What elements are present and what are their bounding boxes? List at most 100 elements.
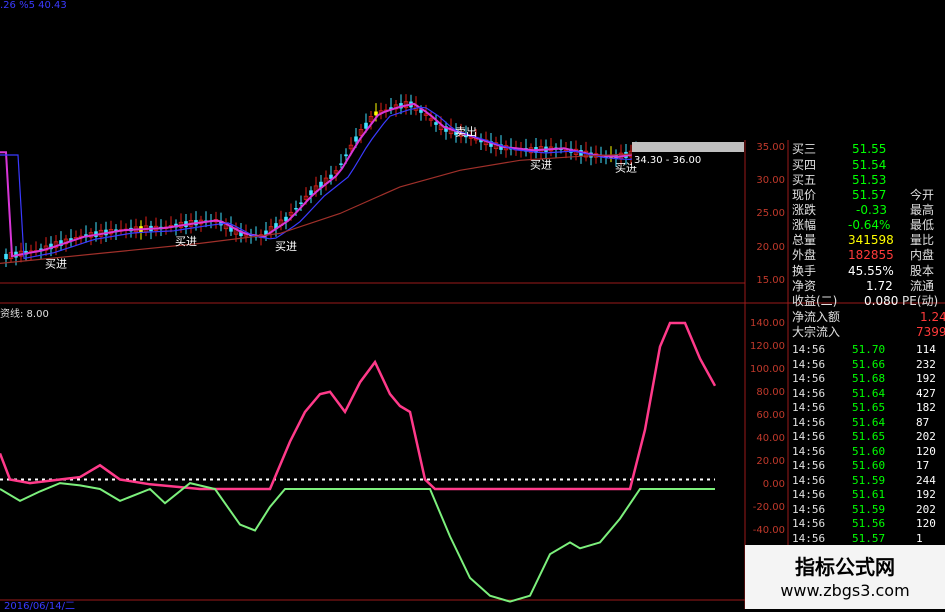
tick-row[interactable]: 14:56 51.65 202 — [790, 429, 945, 444]
candle-body — [4, 253, 8, 260]
quote-right-label: 流通 — [910, 279, 935, 293]
quote-right-label: 最高 — [910, 203, 935, 217]
tick-time: 14:56 — [792, 444, 826, 458]
quote-row-turnover: 换手 45.55% 股本 — [790, 263, 945, 279]
quote-label: 净资 — [792, 279, 817, 293]
tick-price: 51.59 — [852, 502, 886, 516]
tick-price: 51.68 — [852, 372, 886, 385]
indicator-axis-tick: 40.00 — [756, 433, 785, 444]
price-axis-tick: 25.00 — [756, 208, 785, 219]
tick-time: 14:56 — [792, 357, 826, 371]
bottom-date-label: 2016/06/14/二 — [4, 601, 76, 612]
flow-label: 净流入额 — [792, 310, 841, 324]
candle-body — [354, 136, 358, 142]
tick-row[interactable]: 14:56 51.64 427 — [790, 386, 945, 401]
buy-signal-label: 买进 — [275, 240, 297, 253]
tick-price: 51.61 — [852, 488, 886, 501]
quote-right-label: PE(动) — [902, 294, 939, 308]
tick-row[interactable]: 14:56 51.61 192 — [790, 487, 945, 502]
quote-label: 外盘 — [792, 248, 817, 262]
bid-price: 51.55 — [852, 142, 887, 156]
tick-price: 51.70 — [852, 343, 886, 356]
price-axis-tick: 35.00 — [756, 142, 785, 153]
tick-price: 51.59 — [852, 473, 886, 487]
flow-row-net-inflow: 净流入额 1.24 — [790, 309, 945, 325]
tick-row[interactable]: 14:56 51.64 87 — [790, 415, 945, 430]
tick-price: 51.56 — [852, 517, 886, 530]
tick-row[interactable]: 14:56 51.70 114 — [790, 342, 945, 357]
tick-row[interactable]: 14:56 51.65 182 — [790, 400, 945, 415]
watermark-title: 指标公式网 — [795, 555, 895, 579]
tick-time: 14:56 — [792, 517, 826, 530]
quote-row-percent: 涨幅 -0.64% 最低 — [790, 217, 945, 233]
tick-time: 14:56 — [792, 531, 826, 545]
buy-signal-label: 买进 — [175, 235, 197, 248]
indicator-axis-tick: -40.00 — [752, 525, 785, 536]
quote-label: 收益(二) — [792, 294, 838, 308]
tick-row[interactable]: 14:56 51.59 244 — [790, 473, 945, 488]
quote-right-label: 股本 — [910, 264, 935, 278]
green-indicator-line — [0, 482, 715, 603]
bid-price: 51.54 — [852, 158, 887, 172]
tick-price: 51.57 — [852, 531, 886, 545]
quote-row-change: 涨跌 -0.33 最高 — [790, 202, 945, 218]
bid-row[interactable]: 买五 51.53 — [790, 172, 945, 188]
tick-volume: 114 — [916, 343, 936, 356]
quote-value: 1.72 — [866, 279, 893, 293]
flow-label: 大宗流入 — [792, 325, 841, 339]
tick-row[interactable]: 14:56 51.60 17 — [790, 458, 945, 473]
tick-row[interactable]: 14:56 51.66 232 — [790, 357, 945, 372]
tick-volume: 87 — [916, 415, 930, 429]
bid-price: 51.53 — [852, 173, 887, 187]
tick-price: 51.65 — [852, 430, 886, 443]
tick-row[interactable]: 14:56 51.56 120 — [790, 516, 945, 531]
quote-row-net-asset: 净资 1.72 流通 — [790, 278, 945, 294]
flow-value: 7399 — [916, 325, 945, 339]
price-axis-tick: 15.00 — [756, 275, 785, 286]
quote-right-label: 今开 — [910, 188, 935, 202]
flow-row-block-inflow: 大宗流入 7399 — [790, 324, 945, 340]
indicator-axis-tick: 120.00 — [750, 341, 785, 352]
tick-volume: 182 — [916, 401, 936, 414]
tick-volume: 192 — [916, 372, 936, 385]
stock-chart-window: 买进 买进 买进 买进 买进 卖出 34.30 - 36.00 .26 %5 40.43 … — [0, 0, 945, 612]
tick-row[interactable]: 14:56 51.59 202 — [790, 502, 945, 517]
tick-volume: 17 — [916, 459, 930, 472]
tick-volume: 427 — [916, 386, 936, 400]
tick-price: 51.64 — [852, 386, 886, 400]
buy-signal-label: 买进 — [45, 257, 67, 270]
tick-time: 14:56 — [792, 386, 826, 400]
quote-value: -0.33 — [856, 203, 888, 217]
flow-value: 1.24 — [920, 310, 945, 324]
quote-label: 涨幅 — [792, 218, 817, 232]
tick-volume: 202 — [916, 502, 936, 516]
quote-label: 涨跌 — [792, 203, 817, 217]
tick-time: 14:56 — [792, 502, 826, 516]
tick-volume: 120 — [916, 444, 936, 458]
tick-time: 14:56 — [792, 401, 826, 414]
tick-row[interactable]: 14:56 51.60 120 — [790, 444, 945, 459]
tick-row[interactable]: 14:56 51.57 1 — [790, 531, 945, 546]
candle-body — [299, 202, 303, 204]
quote-row-eps: 收益(二) 0.080 PE(动) — [790, 293, 945, 309]
indicator-lines — [0, 321, 717, 603]
tick-row[interactable]: 14:56 51.68 192 — [790, 371, 945, 386]
top-left-indicator-text: .26 %5 40.43 — [0, 0, 67, 11]
quote-row-price: 现价 51.57 今开 — [790, 187, 945, 203]
bid-row[interactable]: 买三 51.55 — [790, 141, 945, 157]
indicator-axis-tick: 0.00 — [762, 479, 785, 490]
bid-label: 买四 — [792, 158, 817, 172]
tick-time: 14:56 — [792, 488, 826, 501]
candle-body — [434, 122, 438, 125]
indicator-axis-tick: 140.00 — [750, 318, 785, 329]
tick-price: 51.66 — [852, 357, 886, 371]
bid-label: 买三 — [792, 142, 817, 156]
tick-time: 14:56 — [792, 473, 826, 487]
quote-row-outer: 外盘 182855 内盘 — [790, 247, 945, 263]
candlestick-series — [4, 94, 638, 267]
indicator-name-label: 资线: 8.00 — [0, 309, 49, 320]
watermark-url: www.zbgs3.com — [780, 581, 910, 600]
price-range-label: 34.30 - 36.00 — [634, 155, 701, 166]
quote-value: -0.64% — [848, 218, 891, 232]
bid-row[interactable]: 买四 51.54 — [790, 157, 945, 173]
